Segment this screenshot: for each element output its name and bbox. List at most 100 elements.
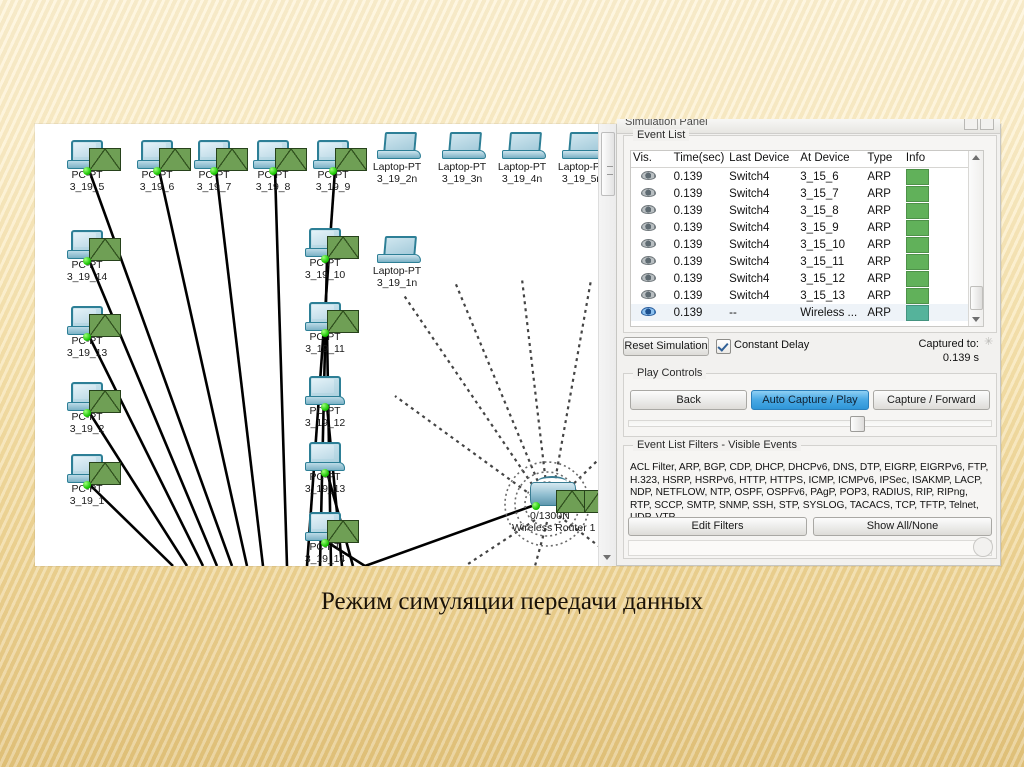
pc-icon bbox=[253, 140, 307, 175]
eye-icon[interactable] bbox=[641, 204, 656, 214]
device-pc[interactable]: PC-PT 3_19_13 bbox=[293, 442, 357, 495]
eye-icon[interactable] bbox=[641, 272, 656, 282]
link-status-dot bbox=[269, 167, 277, 175]
cell-info[interactable] bbox=[904, 287, 969, 304]
packet-envelope bbox=[327, 236, 359, 259]
table-row[interactable]: 0.139 Switch4 3_15_11 ARP bbox=[631, 253, 969, 270]
event-list-scrollbar[interactable] bbox=[968, 151, 983, 326]
column-header-last-device[interactable]: Last Device bbox=[727, 151, 799, 168]
device-laptop[interactable]: Laptop-PT 3_19_2n bbox=[365, 132, 429, 185]
device-pc[interactable]: PC-PT 3_19_7 bbox=[182, 140, 248, 193]
edit-filters-button[interactable]: Edit Filters bbox=[628, 517, 807, 536]
reset-simulation-button[interactable]: Reset Simulation bbox=[623, 337, 709, 356]
device-laptop[interactable]: Laptop-PT 3_19_3n bbox=[430, 132, 494, 185]
packet-envelope bbox=[327, 520, 359, 543]
capture-forward-button[interactable]: Capture / Forward bbox=[872, 390, 990, 410]
slider-knob[interactable] bbox=[850, 416, 865, 432]
device-pc[interactable]: PC-PT 3_19_6 bbox=[125, 140, 191, 193]
device-pc[interactable]: PC-PT 3_19_10 bbox=[293, 228, 359, 281]
device-laptop[interactable]: Laptop-PT 3_19_4n bbox=[490, 132, 554, 185]
link-status-dot bbox=[321, 403, 329, 411]
table-row[interactable]: 0.139 Switch4 3_15_13 ARP bbox=[631, 287, 969, 304]
resize-handle-icon[interactable] bbox=[973, 537, 993, 557]
device-laptop[interactable]: Laptop-PT 3_19_1n bbox=[365, 236, 429, 289]
device-pc[interactable]: PC-PT 3_19_1 bbox=[55, 454, 121, 507]
cell-info[interactable] bbox=[904, 219, 969, 236]
cell-time: 0.139 bbox=[673, 289, 703, 302]
cell-last-device: Switch4 bbox=[729, 272, 770, 285]
cell-info[interactable] bbox=[904, 185, 969, 202]
cell-info[interactable] bbox=[904, 270, 969, 287]
table-row[interactable]: 0.139 Switch4 3_15_10 ARP bbox=[631, 236, 969, 253]
cell-vis[interactable] bbox=[631, 236, 672, 253]
cell-info[interactable] bbox=[904, 168, 969, 186]
column-header-vis[interactable]: Vis. bbox=[631, 151, 672, 168]
eye-icon[interactable] bbox=[641, 187, 656, 197]
eye-icon[interactable] bbox=[641, 289, 656, 299]
device-pc[interactable]: PC-PT 3_19_11 bbox=[293, 302, 359, 355]
device-pc[interactable]: PC-PT 3_19_13 bbox=[55, 306, 121, 359]
cell-info[interactable] bbox=[904, 236, 969, 253]
eye-icon[interactable] bbox=[641, 306, 656, 316]
column-header-info[interactable]: Info bbox=[903, 151, 969, 168]
cell-info[interactable] bbox=[904, 253, 969, 270]
eye-icon[interactable] bbox=[641, 238, 656, 248]
show-all-none-button[interactable]: Show All/None bbox=[813, 517, 992, 536]
eye-icon[interactable] bbox=[641, 221, 656, 231]
column-header-type[interactable]: Type bbox=[865, 151, 904, 168]
slider-track[interactable] bbox=[628, 420, 992, 427]
cell-last-device: Switch4 bbox=[729, 238, 770, 251]
constant-delay-checkbox[interactable] bbox=[716, 339, 731, 354]
scroll-down-arrow-icon[interactable] bbox=[972, 317, 980, 322]
cell-vis[interactable] bbox=[631, 202, 672, 219]
cell-last-device: Switch4 bbox=[729, 289, 770, 302]
column-header-at-device[interactable]: At Device bbox=[798, 151, 866, 168]
cell-time: 0.139 bbox=[673, 221, 703, 234]
cell-vis[interactable] bbox=[631, 185, 672, 202]
panel-close-button[interactable] bbox=[980, 119, 994, 130]
link-status-dot bbox=[532, 502, 540, 510]
playback-speed-slider[interactable] bbox=[628, 416, 992, 432]
info-color-swatch bbox=[905, 236, 929, 253]
cell-vis[interactable] bbox=[631, 219, 672, 236]
device-pc[interactable]: PC-PT 3_19_2 bbox=[55, 382, 121, 435]
cell-vis[interactable] bbox=[631, 304, 672, 321]
table-row[interactable]: 0.139 Switch4 3_15_8 ARP bbox=[631, 202, 969, 219]
device-pc[interactable]: PC-PT 3_19_12 bbox=[293, 376, 357, 429]
scrollbar-thumb[interactable] bbox=[601, 132, 615, 196]
event-list-table-container[interactable]: Vis. Time(sec) Last Device At Device Typ… bbox=[630, 150, 984, 327]
table-row[interactable]: 0.139 Switch4 3_15_12 ARP bbox=[631, 270, 969, 287]
back-button[interactable]: Back bbox=[630, 390, 748, 410]
network-topology-canvas[interactable]: PC-PT 3_19_5 PC-PT 3_19_6 PC-PT 3_19_7 P… bbox=[35, 124, 598, 566]
eye-icon[interactable] bbox=[641, 170, 656, 180]
laptop-icon bbox=[562, 132, 598, 162]
table-row[interactable]: 0.139 Switch4 3_15_6 ARP bbox=[631, 168, 969, 186]
pc-icon bbox=[305, 302, 359, 337]
cell-info[interactable] bbox=[903, 304, 969, 321]
cell-vis[interactable] bbox=[631, 270, 672, 287]
scrollbar-thumb[interactable] bbox=[970, 286, 983, 310]
cell-vis[interactable] bbox=[631, 287, 672, 304]
table-row-selected[interactable]: 0.139 -- Wireless ... ARP bbox=[631, 304, 969, 321]
device-pc[interactable]: PC-PT 3_19_8 bbox=[241, 140, 307, 193]
auto-capture-play-button[interactable]: Auto Capture / Play bbox=[751, 390, 869, 410]
cell-info[interactable] bbox=[904, 202, 969, 219]
table-row[interactable]: 0.139 Switch4 3_15_7 ARP bbox=[631, 185, 969, 202]
table-header-row: Vis. Time(sec) Last Device At Device Typ… bbox=[631, 151, 969, 168]
scroll-up-arrow-icon[interactable] bbox=[972, 155, 980, 160]
panel-maximize-button[interactable] bbox=[964, 119, 978, 130]
device-pc[interactable]: PC-PT 3_19_14 bbox=[55, 230, 121, 283]
eye-icon[interactable] bbox=[641, 255, 656, 265]
scroll-down-arrow-icon[interactable] bbox=[603, 555, 611, 560]
event-list-table: Vis. Time(sec) Last Device At Device Typ… bbox=[631, 151, 969, 321]
device-pc[interactable]: PC-PT 3_19_14 bbox=[293, 512, 359, 565]
device-pc[interactable]: PC-PT 3_19_5 bbox=[55, 140, 121, 193]
cell-time: 0.139 bbox=[673, 272, 703, 285]
topology-scrollbar[interactable] bbox=[598, 124, 617, 566]
device-laptop[interactable]: Laptop-PT3_19_5n bbox=[550, 132, 598, 185]
column-header-time[interactable]: Time(sec) bbox=[671, 151, 728, 168]
table-row[interactable]: 0.139 Switch4 3_15_9 ARP bbox=[631, 219, 969, 236]
cell-vis[interactable] bbox=[631, 168, 672, 186]
cell-vis[interactable] bbox=[631, 253, 672, 270]
device-pc[interactable]: PC-PT 3_19_9 bbox=[301, 140, 367, 193]
